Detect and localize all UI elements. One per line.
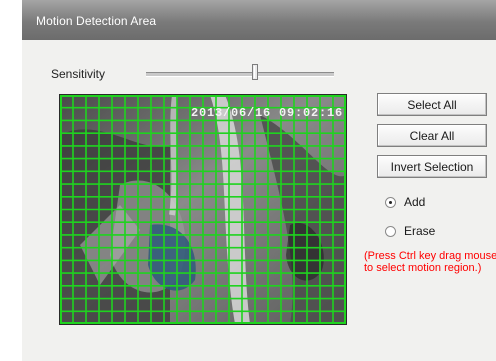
clear-all-button[interactable]: Clear All <box>377 124 487 147</box>
usage-hint: (Press Ctrl key drag mouse to select mot… <box>364 250 496 274</box>
erase-radio-label: Erase <box>404 224 436 238</box>
motion-area-panel: Sensitivity 2013/06/16 09:02:16 Select A… <box>22 40 496 361</box>
add-radio-button[interactable] <box>385 196 396 208</box>
invert-selection-button[interactable]: Invert Selection <box>377 155 487 178</box>
sensitivity-label: Sensitivity <box>51 67 106 81</box>
window-title: Motion Detection Area <box>36 14 157 28</box>
add-radio-label: Add <box>404 195 426 209</box>
camera-preview[interactable]: 2013/06/16 09:02:16 <box>59 94 347 325</box>
camera-image <box>60 95 346 324</box>
sensitivity-slider-thumb[interactable] <box>252 64 259 80</box>
left-margin <box>0 0 22 361</box>
add-radio-option[interactable]: Add <box>385 195 425 209</box>
sensitivity-slider-track[interactable] <box>146 72 334 77</box>
video-timestamp: 2013/06/16 09:02:16 <box>191 106 344 120</box>
erase-radio-button[interactable] <box>385 225 396 237</box>
title-bar: Motion Detection Area <box>22 0 496 40</box>
erase-radio-option[interactable]: Erase <box>385 224 435 238</box>
select-all-button[interactable]: Select All <box>377 93 487 116</box>
